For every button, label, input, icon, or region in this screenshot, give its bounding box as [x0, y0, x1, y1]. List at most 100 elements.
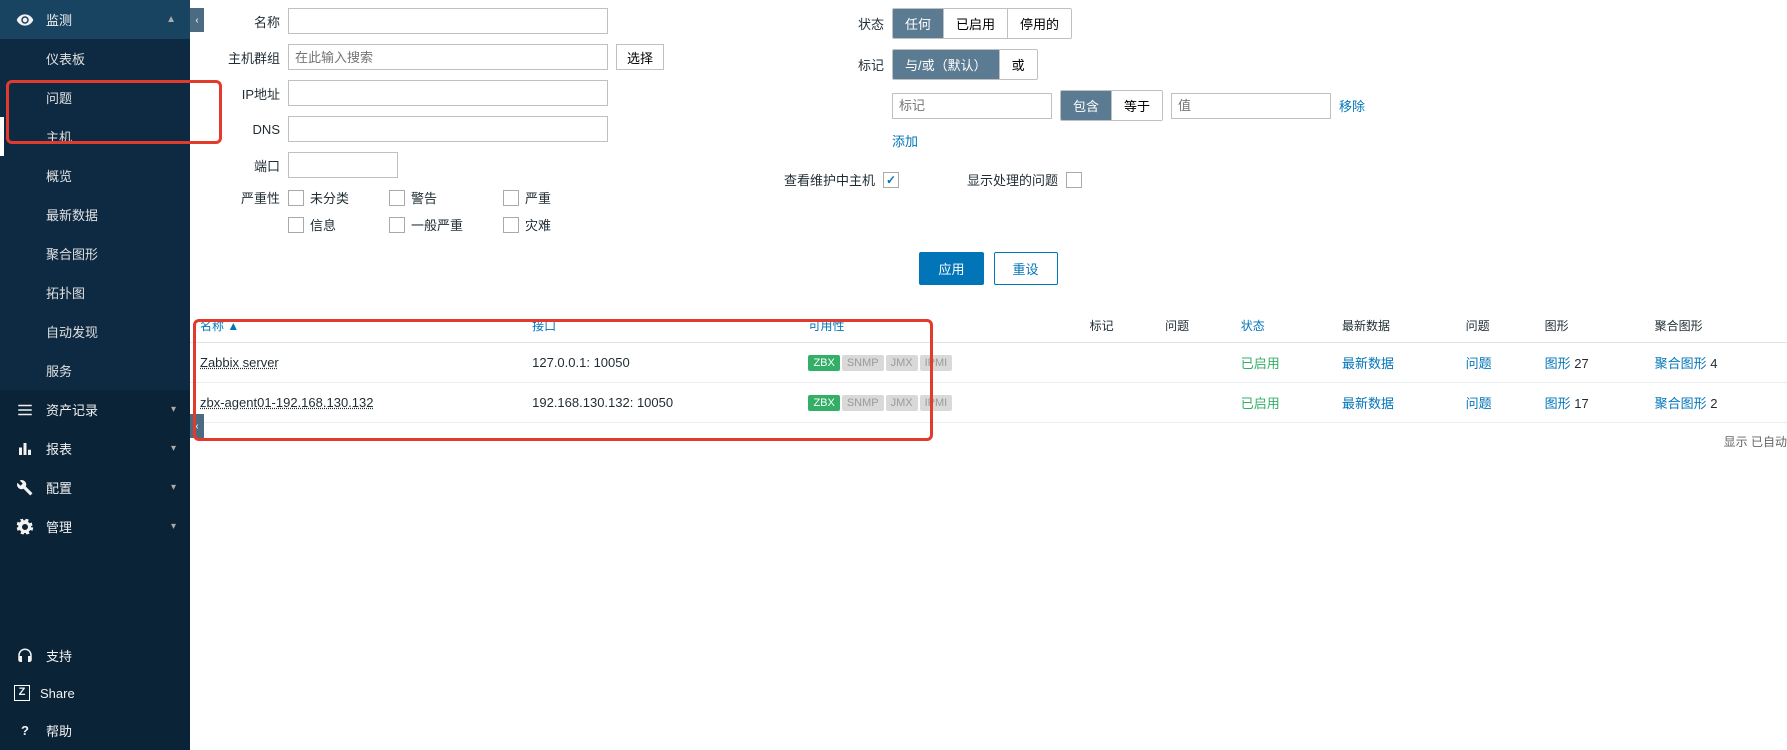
host-link[interactable]: Zabbix server	[200, 355, 279, 370]
filter-col-left: 名称 主机群组 选择 IP地址 DNS 端口	[210, 8, 664, 234]
tag-name-input[interactable]	[892, 93, 1052, 119]
sidebar-toggle[interactable]: ‹	[190, 8, 204, 32]
nav-item-hosts[interactable]: 主机	[0, 117, 190, 156]
status-enabled[interactable]: 已启用	[944, 9, 1008, 38]
nav-label: 配置	[46, 478, 72, 497]
cb-info[interactable]: 信息	[288, 215, 349, 234]
badge-ipmi: IPMI	[920, 355, 953, 371]
graphs-count: 17	[1574, 396, 1588, 411]
nav-label: 报表	[46, 439, 72, 458]
table-row: Zabbix server127.0.0.1: 10050ZBXSNMPJMXI…	[190, 343, 1787, 383]
th-status[interactable]: 状态	[1231, 309, 1332, 343]
nav-item-problems[interactable]: 问题	[0, 78, 190, 117]
port-input[interactable]	[288, 152, 398, 178]
label-dns: DNS	[210, 122, 280, 137]
dns-input[interactable]	[288, 116, 608, 142]
nav-item-overview[interactable]: 概览	[0, 156, 190, 195]
status-any[interactable]: 任何	[893, 9, 944, 38]
label-ip: IP地址	[210, 84, 280, 103]
graphs-link[interactable]: 图形	[1545, 356, 1571, 371]
headset-icon	[14, 647, 36, 665]
th-graphs: 图形	[1535, 309, 1645, 343]
th-problems: 问题	[1155, 309, 1231, 343]
nav-label: Share	[40, 686, 75, 701]
th-availability[interactable]: 可用性	[798, 309, 1079, 343]
nav-item-discovery[interactable]: 自动发现	[0, 312, 190, 351]
th-tags: 标记	[1080, 309, 1156, 343]
name-input[interactable]	[288, 8, 608, 34]
label-port: 端口	[210, 156, 280, 175]
nav-item-latest[interactable]: 最新数据	[0, 195, 190, 234]
problems-link[interactable]: 问题	[1466, 396, 1492, 411]
nav-section-config[interactable]: 配置 ▾	[0, 468, 190, 507]
sidebar: 监测 ▲ 仪表板 问题 主机 概览 最新数据 聚合图形 拓扑图 自动发现 服务 …	[0, 0, 190, 750]
apply-button[interactable]: 应用	[919, 252, 983, 285]
tag-contains[interactable]: 包含	[1061, 91, 1112, 120]
chevron-down-icon: ▾	[171, 521, 176, 532]
screens-link[interactable]: 聚合图形	[1655, 396, 1707, 411]
add-tag-link[interactable]: 添加	[892, 131, 918, 150]
nav-section-reports[interactable]: 报表 ▾	[0, 429, 190, 468]
latest-link[interactable]: 最新数据	[1342, 396, 1394, 411]
problems-link[interactable]: 问题	[1466, 356, 1492, 371]
chevron-down-icon: ▾	[171, 443, 176, 454]
sort-asc-icon: ▲	[227, 319, 239, 333]
chevron-down-icon: ▾	[171, 404, 176, 415]
chevron-up-icon: ▲	[166, 14, 176, 25]
nav-label: 资产记录	[46, 400, 98, 419]
graphs-link[interactable]: 图形	[1545, 396, 1571, 411]
nav-share[interactable]: Z Share	[0, 675, 190, 711]
latest-link[interactable]: 最新数据	[1342, 356, 1394, 371]
nav-label: 管理	[46, 517, 72, 536]
nav-label: 帮助	[46, 721, 72, 740]
cell-interface: 127.0.0.1: 10050	[522, 343, 798, 383]
tag-andor[interactable]: 与/或（默认）	[893, 50, 1000, 79]
tag-equals[interactable]: 等于	[1112, 91, 1162, 120]
nav-help[interactable]: ? 帮助	[0, 711, 190, 750]
cb-high[interactable]: 严重	[503, 188, 551, 207]
gear-icon	[14, 518, 36, 536]
nav-item-maps[interactable]: 拓扑图	[0, 273, 190, 312]
nav-section-admin[interactable]: 管理 ▾	[0, 507, 190, 546]
screens-link[interactable]: 聚合图形	[1655, 356, 1707, 371]
cb-warning[interactable]: 警告	[389, 188, 463, 207]
badge-snmp: SNMP	[842, 355, 884, 371]
select-button[interactable]: 选择	[616, 44, 664, 70]
sidebar-toggle-2[interactable]: ‹	[190, 414, 204, 438]
label-status: 状态	[844, 14, 884, 33]
cb-average[interactable]: 一般严重	[389, 215, 463, 234]
badge-jmx: JMX	[886, 395, 918, 411]
status-text: 已启用	[1241, 356, 1280, 371]
nav-sub-monitoring: 仪表板 问题 主机 概览 最新数据 聚合图形 拓扑图 自动发现 服务	[0, 39, 190, 390]
tag-value-input[interactable]	[1171, 93, 1331, 119]
nav-support[interactable]: 支持	[0, 636, 190, 675]
reset-button[interactable]: 重设	[994, 252, 1058, 285]
cb-suppressed[interactable]	[1066, 172, 1082, 188]
th-name[interactable]: 名称 ▲	[190, 309, 522, 343]
nav-item-services[interactable]: 服务	[0, 351, 190, 390]
status-disabled[interactable]: 停用的	[1008, 9, 1071, 38]
remove-tag-link[interactable]: 移除	[1339, 96, 1365, 115]
tag-op-toggle: 包含 等于	[1060, 90, 1163, 121]
nav-section-monitoring[interactable]: 监测 ▲	[0, 0, 190, 39]
nav-section-inventory[interactable]: 资产记录 ▾	[0, 390, 190, 429]
badge-snmp: SNMP	[842, 395, 884, 411]
hostgroup-input[interactable]	[288, 44, 608, 70]
table-row: zbx-agent01-192.168.130.132192.168.130.1…	[190, 383, 1787, 423]
graphs-count: 27	[1574, 356, 1588, 371]
sidebar-bottom: 支持 Z Share ? 帮助	[0, 636, 190, 750]
wrench-icon	[14, 479, 36, 497]
host-link[interactable]: zbx-agent01-192.168.130.132	[200, 395, 373, 410]
ip-input[interactable]	[288, 80, 608, 106]
tag-or[interactable]: 或	[1000, 50, 1037, 79]
cb-maintenance[interactable]	[883, 172, 899, 188]
th-interface[interactable]: 接口	[522, 309, 798, 343]
status-toggle: 任何 已启用 停用的	[892, 8, 1072, 39]
cb-disaster[interactable]: 灾难	[503, 215, 551, 234]
bar-icon	[14, 440, 36, 458]
nav-item-dashboard[interactable]: 仪表板	[0, 39, 190, 78]
cell-problems	[1155, 383, 1231, 423]
nav-item-screens[interactable]: 聚合图形	[0, 234, 190, 273]
cb-notclassified[interactable]: 未分类	[288, 188, 349, 207]
cell-tags	[1080, 343, 1156, 383]
